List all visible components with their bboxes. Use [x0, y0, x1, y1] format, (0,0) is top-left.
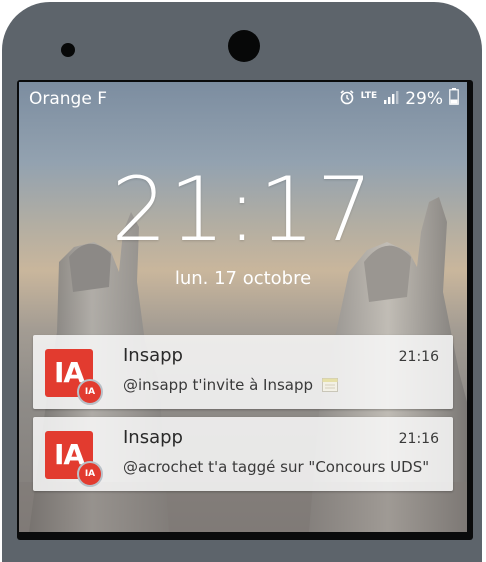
- carrier-name: Orange F: [29, 89, 107, 109]
- front-camera: [228, 30, 260, 62]
- notification-app-name: Insapp: [123, 427, 183, 448]
- sensor-dot: [61, 43, 75, 57]
- lock-screen[interactable]: Orange F LTE 29% 21:17 lun. 17 octobre I…: [19, 82, 467, 532]
- calendar-emoji-icon: [321, 378, 338, 396]
- network-type: LTE: [360, 90, 378, 101]
- battery-icon: [449, 88, 459, 110]
- status-bar: Orange F LTE 29%: [19, 82, 467, 116]
- notification-card[interactable]: IA IA Insapp 21:16 @insapp t'invite à In…: [33, 335, 453, 409]
- battery-percent: 29%: [405, 89, 443, 109]
- lock-clock: 21:17: [111, 158, 375, 261]
- notification-card[interactable]: IA IA Insapp 21:16 @acrochet t'a taggé s…: [33, 417, 453, 491]
- status-icons: LTE 29%: [339, 88, 459, 110]
- notification-app-name: Insapp: [123, 345, 183, 366]
- lock-date: lun. 17 octobre: [174, 268, 312, 289]
- notification-message: @insapp t'invite à Insapp: [123, 376, 338, 396]
- notification-time: 21:16: [398, 431, 439, 447]
- notification-message: @acrochet t'a taggé sur "Concours UDS": [123, 458, 430, 476]
- notification-time: 21:16: [398, 349, 439, 365]
- signal-icon: [383, 89, 399, 110]
- notification-message-text: @insapp t'invite à Insapp: [123, 376, 314, 394]
- insapp-badge-icon: IA: [77, 461, 103, 487]
- alarm-icon: [339, 89, 355, 110]
- insapp-badge-icon: IA: [77, 379, 103, 405]
